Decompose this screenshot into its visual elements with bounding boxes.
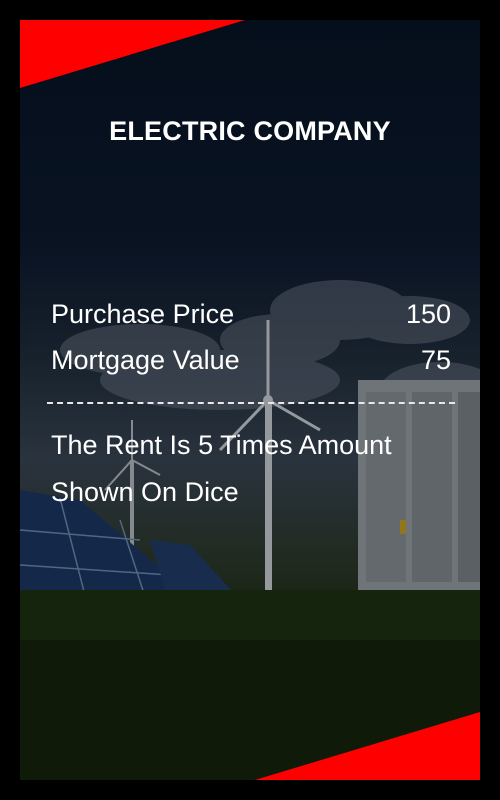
purchase-price-value: 150 (405, 299, 451, 329)
property-card: ELECTRIC COMPANY Purchase Price 150 Mort… (20, 20, 480, 780)
dashed-divider (47, 402, 455, 404)
mortgage-value-value: 75 (420, 345, 451, 375)
rent-description: The Rent Is 5 Times Amount Shown On Dice (51, 430, 392, 507)
purchase-price-row: Purchase Price 150 (51, 299, 451, 330)
mortgage-value-label: Mortgage Value (51, 345, 240, 375)
top-left-red-accent (20, 20, 245, 88)
card-frame: ELECTRIC COMPANY Purchase Price 150 Mort… (0, 0, 500, 800)
mortgage-value-row: Mortgage Value 75 (51, 345, 451, 376)
property-title: ELECTRIC COMPANY (109, 116, 391, 146)
purchase-price-label: Purchase Price (51, 299, 235, 329)
bottom-right-red-accent (255, 712, 480, 780)
